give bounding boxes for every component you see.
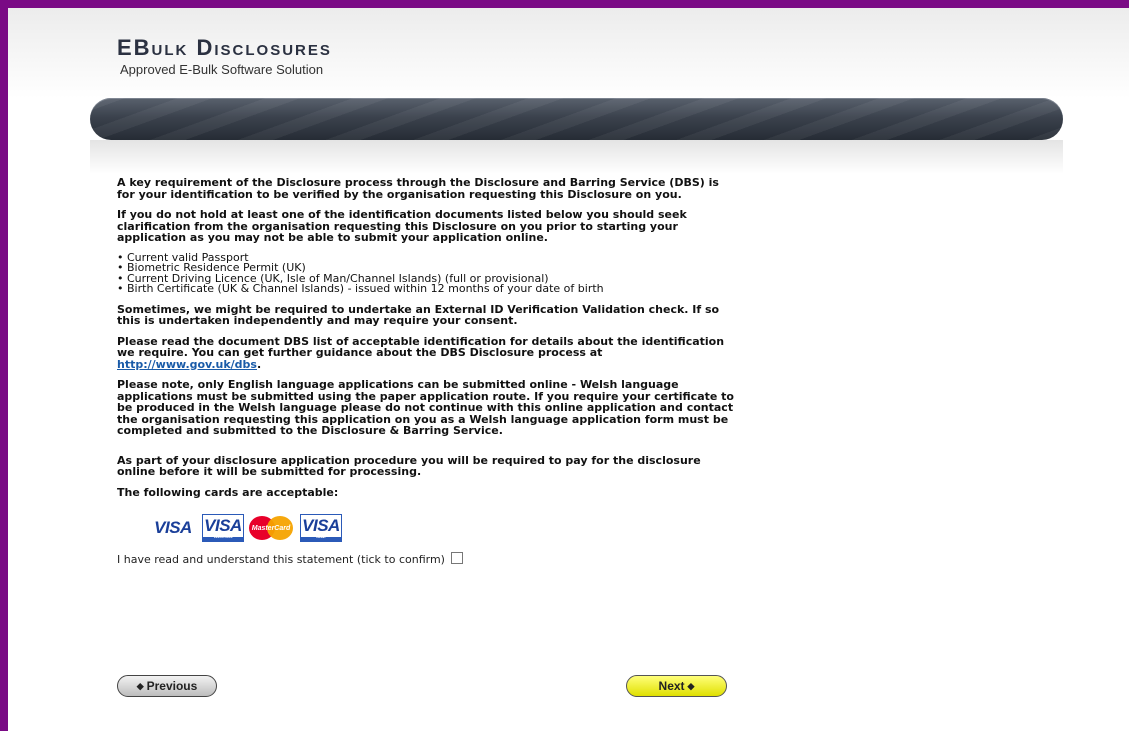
- cards-heading: The following cards are acceptable:: [117, 485, 339, 499]
- nav-bar-shadow: [90, 140, 1063, 174]
- accepted-cards: VISA VISA ELECTRON MasterCard VISA DEBIT: [147, 512, 737, 544]
- intro-paragraph: A key requirement of the Disclosure proc…: [117, 176, 719, 201]
- id-documents-list: • Current valid Passport • Biometric Resid…: [117, 252, 737, 295]
- next-label: Next: [658, 679, 685, 693]
- bullet-icon: •: [117, 282, 124, 295]
- left-arrow-icon: ◆: [136, 680, 144, 691]
- previous-button[interactable]: ◆ Previous: [117, 675, 217, 697]
- dbs-guidance-paragraph: Please read the document DBS list of acc…: [117, 334, 725, 371]
- payment-paragraph: As part of your disclosure application p…: [117, 453, 701, 478]
- list-item: • Birth Certificate (UK & Channel Islands…: [117, 282, 604, 295]
- confirm-label: I have read and understand this statemen…: [117, 553, 445, 566]
- nav-bar: [90, 98, 1063, 140]
- visa-debit-logo: VISA DEBIT: [300, 514, 342, 542]
- welsh-language-paragraph: Please note, only English language appli…: [117, 378, 734, 437]
- visa-electron-logo: VISA ELECTRON: [202, 514, 244, 542]
- id-verification-paragraph: Sometimes, we might be required to under…: [117, 302, 720, 327]
- brand-title: EBulk Disclosures: [117, 35, 332, 60]
- previous-label: Previous: [146, 679, 198, 693]
- dbs-link[interactable]: http://www.gov.uk/dbs: [117, 358, 257, 371]
- main-content: A key requirement of the Disclosure proc…: [117, 177, 737, 566]
- brand-logo: EBulk Disclosures Approved E-Bulk Softwa…: [117, 35, 332, 78]
- id-warning-paragraph: If you do not hold at least one of the i…: [117, 208, 687, 244]
- next-button[interactable]: Next ◆: [626, 675, 727, 697]
- confirm-checkbox[interactable]: [450, 551, 463, 564]
- brand-subtitle: Approved E-Bulk Software Solution: [120, 62, 324, 77]
- confirm-row: I have read and understand this statemen…: [117, 551, 737, 566]
- mastercard-logo: MasterCard: [247, 514, 297, 542]
- right-arrow-icon: ◆: [687, 680, 695, 691]
- visa-logo: VISA: [154, 518, 192, 538]
